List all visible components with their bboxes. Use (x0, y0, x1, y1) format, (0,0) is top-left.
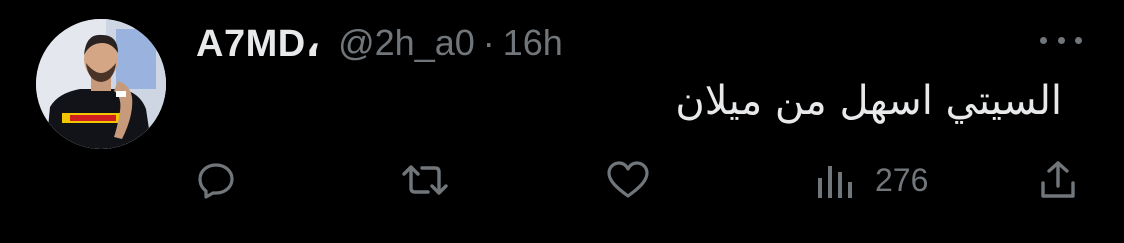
like-button[interactable] (605, 152, 651, 208)
views-bar-chart-icon (815, 160, 857, 200)
retweet-icon (398, 160, 452, 200)
views-button[interactable]: 276 (815, 152, 928, 208)
action-bar: 276 (0, 0, 1124, 243)
retweet-button[interactable] (398, 152, 452, 208)
share-button[interactable] (1038, 152, 1078, 208)
reply-icon (196, 160, 236, 200)
reply-button[interactable] (196, 152, 236, 208)
views-count: 276 (875, 161, 929, 198)
tweet-card[interactable]: A7MD، @2h_a0 · 16h السيتي اسهل من ميلان (0, 0, 1124, 243)
share-icon (1038, 159, 1078, 201)
like-heart-icon (605, 160, 651, 200)
